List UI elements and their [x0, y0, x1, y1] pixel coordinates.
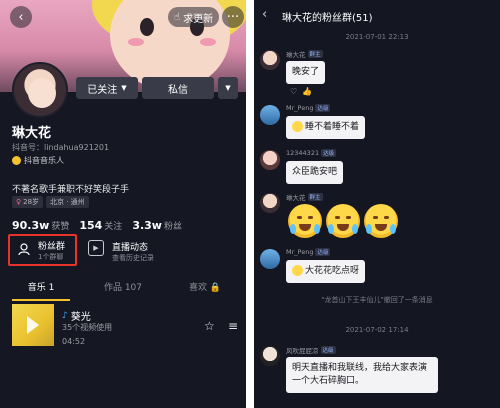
sender-name: Mr_Peng 达级	[286, 248, 331, 256]
douyin-id: 抖音号：lindahua921201	[12, 143, 110, 152]
emoji-mouth	[375, 224, 387, 231]
message-bubble[interactable]: 睡不着睡不着	[286, 116, 366, 140]
tab-works[interactable]: 作品 107	[82, 278, 164, 300]
avatar-face-art	[28, 78, 56, 108]
recall-notice: "龙首山下王丰仙儿"撤回了一条消息	[321, 296, 433, 304]
emoji-tear	[290, 224, 296, 234]
sender-name: 风吹屁屁凉 达级	[286, 346, 336, 355]
emoji-tear	[352, 224, 358, 234]
message-reactions[interactable]: ♡ 👍	[290, 87, 312, 96]
heart-icon: ♡	[290, 87, 298, 96]
avatar[interactable]	[260, 105, 280, 125]
lock-icon: 🔒	[209, 283, 222, 293]
profile-stats: 90.3w 获赞 154 关注 3.3w 粉丝	[12, 214, 182, 233]
avatar[interactable]	[260, 249, 280, 269]
message-bubble[interactable]: 晚安了	[286, 61, 326, 85]
tab-music[interactable]: 音乐 1	[0, 278, 82, 301]
banner-eye-left	[140, 18, 154, 36]
profile-name: 琳大花	[12, 126, 52, 141]
request-update-button[interactable]: ☝ 求更新	[168, 7, 220, 27]
fan-group-title: 粉丝群	[38, 242, 66, 252]
followed-button[interactable]: 已关注 ▼	[76, 77, 138, 99]
sender-name: 12344321 达级	[286, 149, 337, 157]
avatar[interactable]	[260, 346, 280, 366]
hand-icon: ☝	[174, 11, 181, 23]
sender-name: 琳大花 群主	[286, 50, 323, 59]
emoji-tear	[314, 224, 320, 234]
emoji-icon	[292, 121, 303, 132]
group-icon	[16, 242, 32, 258]
emoji-icon	[292, 265, 303, 276]
emoji-tear	[328, 224, 334, 234]
profile-tabs: 音乐 1 作品 107 喜欢 🔒	[0, 278, 246, 301]
more-options-button[interactable]: ···	[222, 6, 244, 28]
location-tag: 北京 · 通州	[46, 196, 89, 208]
caret-down-icon: ▼	[121, 84, 127, 92]
chat-header: ‹ 琳大花的粉丝群(51)	[254, 0, 500, 32]
message-bubble[interactable]: 众臣跪安吧	[286, 161, 344, 185]
stat-following[interactable]: 154 关注	[79, 214, 122, 233]
crying-emoji-icon[interactable]	[326, 204, 360, 238]
emoji-eye	[335, 216, 340, 219]
thumbs-up-icon: 👍	[302, 87, 313, 96]
gender-icon: ♀	[16, 198, 22, 206]
verified-badge-icon	[12, 156, 21, 165]
chat-panel: ‹ 琳大花的粉丝群(51) 2021-07-01 22:13 琳大花 群主 晚安了…	[254, 0, 500, 408]
recommend-dropdown-button[interactable]: ▼	[218, 77, 238, 99]
banner-blush-left	[128, 38, 144, 46]
avatar[interactable]	[12, 62, 68, 118]
fan-group-count: 1个群聊	[38, 253, 64, 261]
emoji-mouth	[337, 224, 349, 231]
caret-down-icon: ▼	[225, 84, 231, 92]
sender-name: 琳大花 群主	[286, 193, 323, 202]
emoji-eye	[373, 216, 378, 219]
live-dynamics-sub: 查看历史记录	[112, 254, 154, 262]
emoji-eye	[297, 216, 302, 219]
playlist-icon[interactable]: ≡	[228, 319, 238, 333]
avatar[interactable]	[260, 50, 280, 70]
song-duration: 04:52	[62, 337, 86, 346]
back-button[interactable]: ‹	[10, 6, 32, 28]
play-icon	[27, 316, 39, 334]
music-note-icon: ♪	[62, 310, 68, 321]
live-dynamics-title[interactable]: 直播动态	[112, 240, 148, 253]
avatar[interactable]	[260, 193, 280, 213]
star-icon[interactable]: ☆	[204, 319, 215, 333]
sender-name: Mr_Peng 达级	[286, 104, 331, 112]
back-chevron-icon[interactable]: ‹	[262, 7, 267, 22]
stat-fans[interactable]: 3.3w 粉丝	[132, 214, 182, 233]
song-cover[interactable]	[12, 304, 54, 346]
musician-badge: 抖音音乐人	[12, 155, 64, 166]
tab-likes[interactable]: 喜欢 🔒	[164, 278, 246, 300]
crying-emoji-icon[interactable]	[288, 204, 322, 238]
message-button[interactable]: 私信	[142, 77, 214, 99]
timestamp: 2021-07-02 17:14	[345, 326, 409, 334]
emoji-mouth	[299, 224, 311, 231]
song-usage-count: 35个视频使用	[62, 323, 113, 332]
profile-panel: ‹ ☝ 求更新 ··· 已关注 ▼ 私信 ▼ 琳大花 抖音号：lindahua9…	[0, 0, 246, 408]
timestamp: 2021-07-01 22:13	[345, 33, 409, 41]
message-bubble[interactable]: 明天直播和我联线，我给大家表演一个大石碎胸口。	[286, 357, 438, 394]
emoji-tear	[366, 224, 372, 234]
emoji-eye	[346, 216, 351, 219]
message-bubble[interactable]: 大花花吃点呀	[286, 260, 366, 284]
chat-title: 琳大花的粉丝群(51)	[282, 13, 373, 24]
banner-blush-right	[200, 38, 216, 46]
song-title[interactable]: ♪ 葵光	[62, 308, 91, 324]
age-tag: ♀ 28岁	[12, 196, 44, 208]
fan-group-entry[interactable]: 粉丝群 1个群聊	[8, 234, 77, 266]
emoji-eye	[308, 216, 313, 219]
emoji-eye	[384, 216, 389, 219]
chevron-left-icon: ‹	[18, 9, 24, 25]
more-dots-icon: ···	[226, 9, 240, 25]
stat-likes[interactable]: 90.3w 获赞	[12, 214, 69, 233]
crying-emoji-icon[interactable]	[364, 204, 398, 238]
live-icon[interactable]: ▶	[88, 240, 104, 256]
profile-bio: 不著名歌手兼职不好笑段子手	[12, 185, 130, 195]
avatar[interactable]	[260, 150, 280, 170]
emoji-tear	[390, 224, 396, 234]
